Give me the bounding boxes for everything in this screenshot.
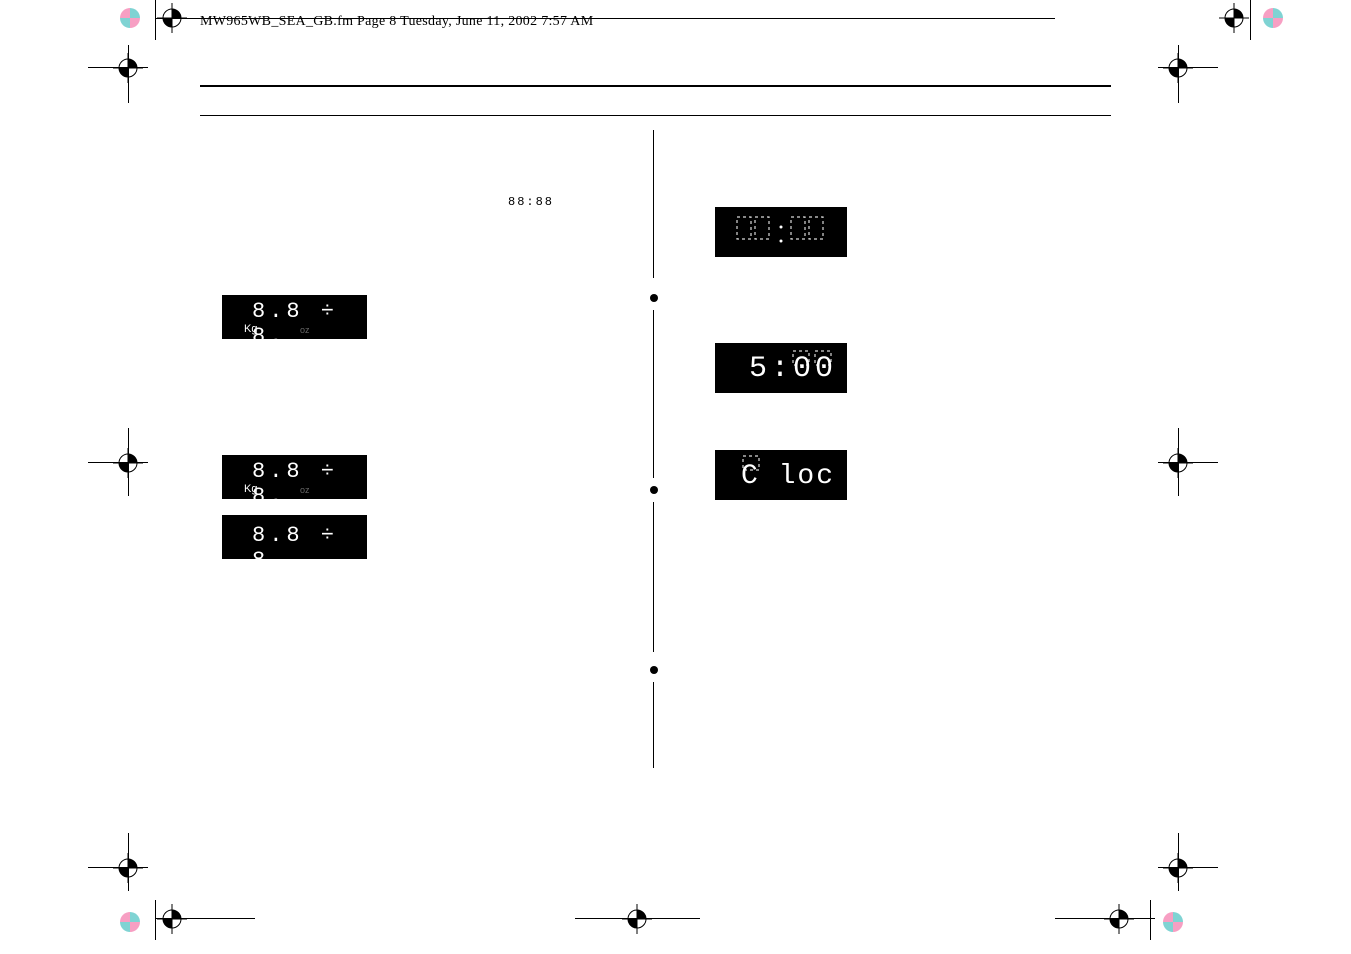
crop-rule-icon: [88, 867, 148, 868]
crop-rule-icon: [155, 900, 156, 940]
crop-rule-icon: [128, 45, 129, 103]
lcd-display: [715, 207, 847, 257]
crop-rule-icon: [1178, 428, 1179, 496]
crop-rule-icon: [1158, 867, 1218, 868]
crop-rule-icon: [1055, 918, 1155, 919]
kg-label: Kg: [244, 323, 257, 335]
crop-rule-icon: [128, 833, 129, 891]
lcd-display: C loc: [715, 450, 847, 500]
registration-mark-color-icon: [120, 8, 140, 28]
column-separator: [653, 310, 654, 478]
column-separator: [653, 502, 654, 652]
lcd-digits: 5:00: [749, 352, 837, 386]
bullet-icon: [650, 294, 658, 302]
registration-mark-color-icon: [1263, 8, 1283, 28]
crop-rule-icon: [155, 918, 255, 919]
crop-rule-icon: [1250, 0, 1251, 40]
crop-mark-icon: [157, 904, 187, 934]
crop-rule-icon: [1150, 900, 1151, 940]
crop-rule-icon: [575, 918, 700, 919]
crop-rule-icon: [88, 462, 148, 463]
crop-rule-icon: [88, 67, 148, 68]
lcd-display: 5:00: [715, 343, 847, 393]
lcd-display: 8.8 ÷ 8.: [222, 515, 367, 559]
content-top-rule: [200, 85, 1111, 87]
oz-label: oz: [300, 485, 310, 495]
content-top-rule-2: [200, 115, 1111, 116]
bullet-icon: [650, 666, 658, 674]
registration-mark-color-icon: [120, 912, 140, 932]
oz-label: oz: [300, 325, 310, 335]
lcd-display: 8.8 ÷ 8. Kg oz: [222, 455, 367, 499]
lcd-digits: 8.8 ÷ 8.: [252, 523, 367, 573]
crop-rule-icon: [1158, 67, 1218, 68]
lcd-display: 8.8 ÷ 8. Kg oz: [222, 295, 367, 339]
crop-rule-icon: [1178, 833, 1179, 891]
clock-icon: 88:88: [508, 195, 554, 209]
column-separator: [653, 130, 654, 278]
lcd-digits: 8.8 ÷ 8.: [252, 299, 367, 349]
crop-rule-icon: [1158, 462, 1218, 463]
crop-rule-icon: [1178, 45, 1179, 103]
lcd-digits: C loc: [741, 461, 835, 492]
column-separator: [653, 682, 654, 768]
bullet-icon: [650, 486, 658, 494]
header-meta: MW965WB_SEA_GB.fm Page 8 Tuesday, June 1…: [200, 14, 593, 30]
kg-label: Kg: [244, 483, 257, 495]
lcd-digits: 8.8 ÷ 8.: [252, 459, 367, 509]
crop-rule-icon: [155, 0, 156, 40]
registration-mark-color-icon: [1163, 912, 1183, 932]
crop-mark-icon: [622, 904, 652, 934]
crop-rule-icon: [128, 428, 129, 496]
crop-mark-icon: [1219, 3, 1249, 33]
crop-mark-icon: [1104, 904, 1134, 934]
